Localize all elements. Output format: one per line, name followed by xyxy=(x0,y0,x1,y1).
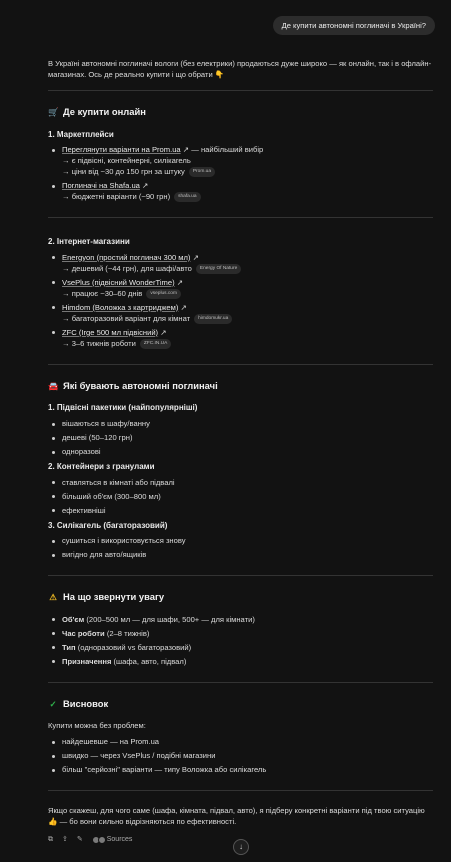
list-item: Поглиначі на Shafa.ua ↗ → бюджетні варіа… xyxy=(48,180,433,203)
user-message-bubble: Де купити автономні поглиначі в Україні? xyxy=(272,16,435,35)
list-item: одноразові xyxy=(48,446,433,457)
check-icon: ✓ xyxy=(49,698,57,709)
sources-button[interactable]: Sources xyxy=(91,835,132,845)
cart-icon: 🛒 xyxy=(48,106,59,117)
arrow-down-icon: ↓ xyxy=(239,842,243,851)
list-item: швидко — через VsePlus / подібні магазин… xyxy=(48,750,433,761)
scroll-down-button[interactable]: ↓ xyxy=(233,839,249,855)
source-chip[interactable]: Energy Of Nature xyxy=(195,263,242,274)
group-list: ставляться в кімнаті або підвалі більший… xyxy=(48,477,433,516)
online-section: 🛒 Де купити онлайн 1. Маркетплейси Перег… xyxy=(48,91,433,217)
source-avatars-icon xyxy=(91,836,106,845)
warning-icon: ⚠ xyxy=(49,592,57,603)
list-item: ефективніші xyxy=(48,505,433,516)
shafa-link[interactable]: Поглиначі на Shafa.ua xyxy=(62,181,140,190)
list-item: ставляться в кімнаті або підвалі xyxy=(48,477,433,488)
attention-list: Об'єм (200–500 мл — для шафи, 500+ — для… xyxy=(48,614,433,667)
vseplus-link[interactable]: VsePlus (підвісний WonderTime) xyxy=(62,278,175,287)
shops-section: 2. Інтернет-магазини Energyon (простий п… xyxy=(48,218,433,364)
types-section: 🚘 Які бувають автономні поглиначі 1. Під… xyxy=(48,365,433,575)
group-list: вішаються в шафу/ванну дешеві (50–120 гр… xyxy=(48,418,433,457)
list-item: Тип (одноразовий vs багаторазовий) xyxy=(48,642,433,653)
conclusion-list: найдешевше — на Prom.ua швидко — через V… xyxy=(48,736,433,775)
car-icon: 🚘 xyxy=(48,380,59,391)
attention-heading: ⚠ На що звернути увагу xyxy=(49,591,165,603)
intro-paragraph: В Україні автономні поглиначі вологи (бе… xyxy=(48,59,432,79)
group-heading: 3. Силікагель (багаторазовий) xyxy=(48,520,168,530)
list-item: вигідно для авто/ящиків xyxy=(48,549,433,560)
marketplaces-heading: 1. Маркетплейси xyxy=(48,129,114,139)
conclusion-heading: ✓ Висновок xyxy=(49,697,109,709)
list-item: VsePlus (підвісний WonderTime) ↗ → працю… xyxy=(48,277,433,299)
divider xyxy=(48,790,433,792)
list-item: більш "серйозні" варіанти — типу Воложка… xyxy=(48,764,433,775)
edit-icon[interactable]: ✎ xyxy=(77,835,83,845)
share-icon[interactable]: ⇪ xyxy=(62,835,68,845)
source-chip[interactable]: vseplus.com xyxy=(146,288,181,299)
attention-section: ⚠ На що звернути увагу Об'єм (200–500 мл… xyxy=(48,576,433,682)
group-heading: 2. Контейнери з гранулами xyxy=(48,462,155,472)
list-item: ZFC (Irge 500 мл підвісний) ↗ → 3–6 тижн… xyxy=(48,327,433,349)
conclusion-section: ✓ Висновок Купити можна без проблем: най… xyxy=(48,683,433,791)
energyon-link[interactable]: Energyon (простий поглинач 300 мл) xyxy=(62,253,190,262)
marketplaces-list: Переглянути варіанти на Prom.ua ↗ — найб… xyxy=(48,144,433,203)
himdom-link[interactable]: Himdom (Воложка з картриджем) xyxy=(62,303,178,312)
list-item: дешеві (50–120 грн) xyxy=(48,432,433,443)
list-item: найдешевше — на Prom.ua xyxy=(48,736,433,747)
list-item: Призначення (шафа, авто, підвал) xyxy=(48,656,433,667)
list-item: Energyon (простий поглинач 300 мл) ↗ → д… xyxy=(48,252,433,274)
list-item: Himdom (Воложка з картриджем) ↗ → багато… xyxy=(48,302,433,324)
source-chip[interactable]: Prom.ua xyxy=(188,167,215,178)
source-chip[interactable]: shafa.ua xyxy=(174,192,201,203)
copy-icon[interactable]: ⧉ xyxy=(48,835,53,845)
closing-paragraph: Якщо скажеш, для чого саме (шафа, кімнат… xyxy=(48,806,425,827)
shops-heading: 2. Інтернет-магазини xyxy=(48,237,130,247)
conclusion-lead: Купити можна без проблем: xyxy=(48,721,146,731)
online-heading: 🛒 Де купити онлайн xyxy=(48,106,146,117)
group-list: сушиться і використовується знову вигідн… xyxy=(48,535,433,560)
prom-link[interactable]: Переглянути варіанти на Prom.ua xyxy=(62,145,181,154)
source-chip[interactable]: ZFC.IN.UA xyxy=(139,338,172,349)
source-chip[interactable]: himdomukr.ua xyxy=(194,313,233,324)
assistant-response: В Україні автономні поглиначі вологи (бе… xyxy=(48,58,433,845)
list-item: сушиться і використовується знову xyxy=(48,535,433,546)
list-item: Об'єм (200–500 мл — для шафи, 500+ — для… xyxy=(48,614,433,625)
list-item: більший об'єм (300–800 мл) xyxy=(48,491,433,502)
list-item: вішаються в шафу/ванну xyxy=(48,418,433,429)
list-item: Переглянути варіанти на Prom.ua ↗ — найб… xyxy=(48,144,433,178)
group-heading: 1. Підвісні пакетики (найпопулярніші) xyxy=(48,403,198,413)
zfc-link[interactable]: ZFC (Irge 500 мл підвісний) xyxy=(62,328,158,337)
list-item: Час роботи (2–8 тижнів) xyxy=(48,628,433,639)
shops-list: Energyon (простий поглинач 300 мл) ↗ → д… xyxy=(48,252,433,349)
types-heading: 🚘 Які бувають автономні поглиначі xyxy=(48,379,218,391)
